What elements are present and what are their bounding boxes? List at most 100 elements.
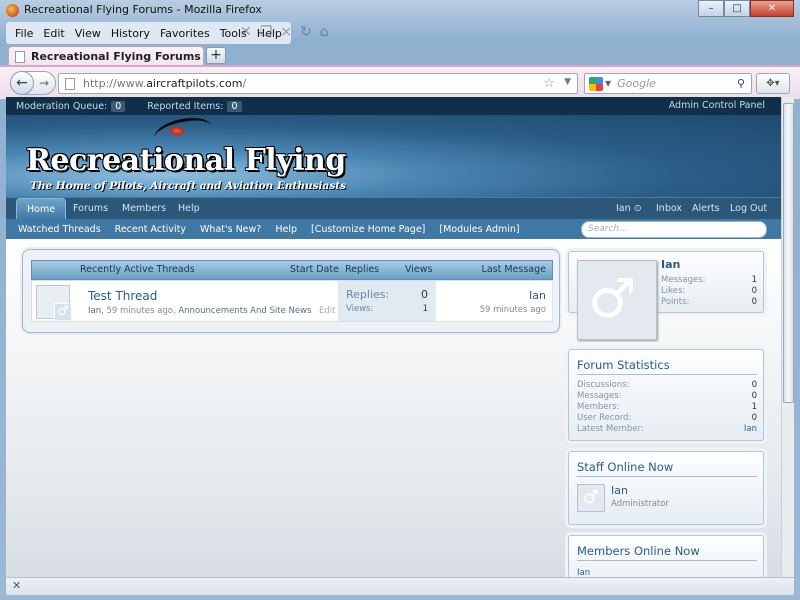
header-replies[interactable]: Replies: [345, 264, 379, 275]
menu-history[interactable]: History: [106, 27, 155, 40]
faded-toolbar: ✕ ❐ ⨯ ↻ ⌂: [240, 24, 329, 40]
forward-arrow-icon: →: [38, 76, 50, 90]
reported-label: Reported Items:: [147, 100, 224, 112]
main-nav-tabs: Home Forums Members Help Ian ⊙ Inbox Ale…: [6, 197, 781, 220]
subnav-modules-admin[interactable]: [Modules Admin]: [439, 224, 519, 235]
moderation-count: 0: [111, 100, 126, 112]
reported-count: 0: [227, 100, 242, 112]
tab-recreational-flying[interactable]: Recreational Flying Forums: [8, 46, 204, 66]
reported-items-link[interactable]: Reported Items: 0: [147, 100, 242, 112]
tab-members[interactable]: Members: [112, 198, 176, 220]
stat-row: Discussions: 0: [577, 380, 757, 390]
stat-label: User Record:: [577, 413, 632, 423]
recent-threads-block: Recently Active Threads Start Date Repli…: [22, 249, 560, 333]
window-title: Recreational Flying Forums - Mozilla Fir…: [24, 3, 262, 16]
subnav-watched-threads[interactable]: Watched Threads: [18, 224, 101, 235]
addons-button[interactable]: ✥▾: [756, 73, 790, 94]
header-start-date[interactable]: Start Date: [290, 264, 339, 275]
stat-value: 0: [751, 380, 757, 390]
subnav-help[interactable]: Help: [275, 224, 297, 235]
navigation-bar: ← → http://www.aircraftpilots.com/ ☆ ▼ ▼…: [0, 65, 800, 99]
tab-forums[interactable]: Forums: [63, 198, 118, 220]
user-menu[interactable]: Ian ⊙: [606, 198, 652, 220]
window-controls: – □ ✕: [698, 0, 794, 18]
search-engine-dropdown-icon[interactable]: ▼: [605, 79, 611, 88]
stat-value: 1: [751, 402, 757, 412]
puzzle-icon: ✥▾: [766, 78, 780, 89]
last-message-user-link[interactable]: Ian: [529, 289, 546, 302]
site-search-input[interactable]: Search...: [581, 221, 767, 238]
maximize-button[interactable]: □: [724, 0, 750, 17]
tab-home[interactable]: Home: [16, 198, 67, 220]
minimize-button[interactable]: –: [698, 0, 724, 17]
tab-help[interactable]: Help: [168, 198, 210, 220]
close-button[interactable]: ✕: [750, 0, 794, 17]
logout-link[interactable]: Log Out: [720, 198, 777, 220]
menu-edit[interactable]: Edit: [38, 27, 69, 40]
url-text: http://www.aircraftpilots.com/: [83, 77, 246, 90]
url-suffix: /: [242, 77, 247, 90]
back-button[interactable]: ←: [10, 71, 34, 95]
subnav-customize-home[interactable]: [Customize Home Page]: [311, 224, 425, 235]
stat-label: Latest Member:: [577, 424, 644, 434]
search-input[interactable]: Google: [617, 77, 737, 90]
staff-role: Administrator: [611, 499, 669, 509]
header-last-message[interactable]: Last Message: [482, 264, 546, 275]
search-bar[interactable]: ▼ Google ⚲: [584, 73, 752, 94]
status-bar: ✕: [6, 577, 794, 595]
scroll-thumb[interactable]: [783, 103, 794, 403]
visitor-stat-likes: Likes: 0: [661, 286, 757, 296]
user-name: Ian: [616, 203, 631, 214]
admin-control-panel-link[interactable]: Admin Control Panel: [669, 100, 765, 111]
url-domain: aircraftpilots.com: [146, 77, 243, 90]
bookmark-star-icon[interactable]: ☆: [543, 76, 555, 91]
tab-label: Recreational Flying Forums: [31, 50, 201, 63]
male-symbol-icon: ♂: [588, 267, 637, 330]
moderation-queue-link[interactable]: Moderation Queue: 0: [16, 100, 126, 112]
magnifier-icon[interactable]: ⚲: [737, 77, 745, 90]
thread-meta: Ian, 59 minutes ago, Announcements And S…: [88, 306, 312, 316]
url-prefix: http://www.: [83, 77, 147, 90]
views-label: Views:: [346, 304, 374, 314]
google-icon[interactable]: [589, 76, 603, 91]
stat-value: 1: [751, 275, 757, 285]
header-views[interactable]: Views: [405, 264, 433, 275]
close-addon-bar-icon[interactable]: ✕: [12, 579, 21, 592]
stat-value: 0: [751, 391, 757, 401]
thread-edit-link[interactable]: Edit: [319, 306, 335, 316]
staff-name-link[interactable]: Ian: [611, 484, 628, 497]
thread-author-link[interactable]: Ian: [88, 306, 101, 316]
replies-label: Replies:: [346, 288, 390, 301]
url-bar[interactable]: http://www.aircraftpilots.com/ ☆ ▼: [58, 73, 578, 94]
menu-favorites[interactable]: Favorites: [155, 27, 215, 40]
staff-online-panel: Staff Online Now ♂ Ian Administrator: [568, 451, 764, 525]
subnav-whats-new[interactable]: What's New?: [200, 224, 261, 235]
new-tab-button[interactable]: +: [206, 47, 226, 64]
url-dropdown-icon[interactable]: ▼: [564, 77, 571, 87]
last-message-time[interactable]: 59 minutes ago: [480, 305, 546, 315]
online-member-link[interactable]: Ian: [577, 568, 590, 577]
avatar[interactable]: ♂: [36, 285, 72, 321]
thread-forum-link[interactable]: Announcements And Site News: [178, 306, 311, 316]
visitor-name-link[interactable]: Ian: [661, 258, 680, 271]
latest-member-link[interactable]: Ian: [744, 424, 757, 434]
threads-header: Recently Active Threads Start Date Repli…: [31, 260, 553, 280]
thread-title-link[interactable]: Test Thread: [88, 289, 157, 303]
forward-button[interactable]: →: [34, 76, 54, 90]
browser-window: Recreational Flying Forums - Mozilla Fir…: [0, 0, 800, 600]
views-count: 1: [422, 304, 428, 314]
members-online-title: Members Online Now: [577, 544, 757, 561]
vertical-scrollbar[interactable]: [781, 97, 794, 577]
avatar[interactable]: ♂: [577, 484, 605, 512]
header-title[interactable]: Recently Active Threads: [80, 264, 195, 275]
site-title[interactable]: Recreational Flying: [26, 143, 346, 178]
admin-bar: Moderation Queue: 0 Reported Items: 0 Admi…: [6, 97, 781, 115]
moderation-label: Moderation Queue:: [16, 100, 108, 112]
menu-file[interactable]: File: [10, 27, 38, 40]
firefox-icon: [6, 4, 19, 17]
avatar[interactable]: ♂: [577, 260, 657, 340]
subnav-recent-activity[interactable]: Recent Activity: [115, 224, 186, 235]
menu-view[interactable]: View: [70, 27, 106, 40]
home-icon: ⌂: [319, 24, 329, 40]
stat-value: 0: [751, 286, 757, 296]
